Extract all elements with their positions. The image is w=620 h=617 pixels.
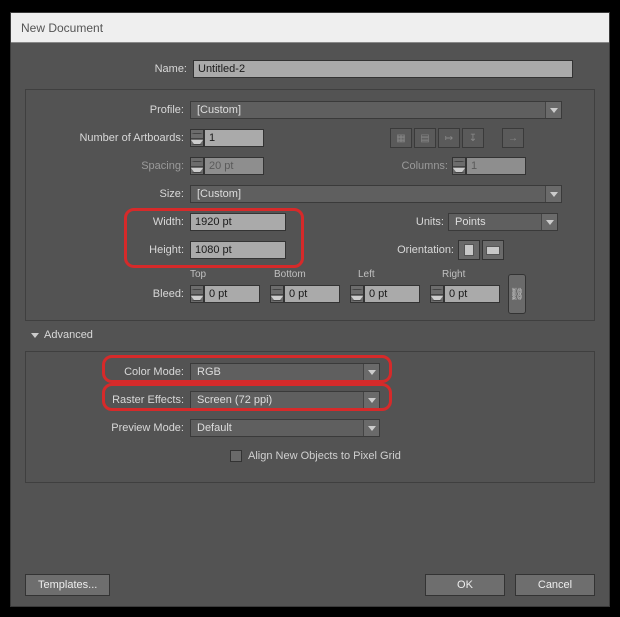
width-input[interactable]: 1920 pt (190, 213, 286, 231)
bleed-right-stepper[interactable]: 0 pt (430, 285, 500, 303)
orientation-landscape-button[interactable] (482, 240, 504, 260)
templates-button[interactable]: Templates... (25, 574, 110, 596)
bleed-bottom-stepper[interactable]: 0 pt (270, 285, 340, 303)
width-label: Width: (34, 216, 190, 228)
stepper-buttons[interactable] (270, 285, 284, 303)
stepper-buttons[interactable] (190, 129, 204, 147)
arrange-col-icon[interactable]: ↧ (462, 128, 484, 148)
link-bleed-icon[interactable]: ⛓ (508, 274, 526, 314)
chevron-down-icon (363, 420, 379, 436)
chevron-down-icon (541, 214, 557, 230)
bleed-left-input[interactable]: 0 pt (364, 285, 420, 303)
stepper-buttons (452, 157, 466, 175)
orientation-label: Orientation: (397, 244, 458, 256)
dialog-title: New Document (11, 13, 609, 43)
raster-effects-label: Raster Effects: (34, 394, 190, 406)
advanced-section-toggle[interactable]: Advanced (31, 329, 595, 341)
arrange-row-icon[interactable]: ↦ (438, 128, 460, 148)
dialog-title-text: New Document (21, 21, 103, 35)
profile-dropdown[interactable]: [Custom] (190, 101, 562, 119)
preview-mode-value: Default (197, 422, 232, 434)
size-dropdown[interactable]: [Custom] (190, 185, 562, 203)
spacing-input: 20 pt (204, 157, 264, 175)
bleed-bottom-label: Bottom (274, 269, 358, 280)
disclosure-triangle-icon (31, 333, 39, 338)
stepper-buttons[interactable] (430, 285, 444, 303)
artboards-label: Number of Artboards: (34, 132, 190, 144)
grid-by-row-icon[interactable]: ▦ (390, 128, 412, 148)
spacing-label: Spacing: (34, 160, 190, 172)
artboards-stepper[interactable]: 1 (190, 129, 264, 147)
height-label: Height: (34, 244, 190, 256)
profile-value: [Custom] (197, 104, 241, 116)
profile-label: Profile: (34, 104, 190, 116)
orientation-portrait-button[interactable] (458, 240, 480, 260)
units-value: Points (455, 216, 486, 228)
artboards-input[interactable]: 1 (204, 129, 264, 147)
columns-input: 1 (466, 157, 526, 175)
chevron-down-icon (363, 392, 379, 408)
color-mode-dropdown[interactable]: RGB (190, 363, 380, 381)
columns-label: Columns: (402, 160, 452, 172)
chevron-down-icon (545, 102, 561, 118)
bleed-label: Bleed: (34, 288, 190, 300)
preview-mode-dropdown[interactable]: Default (190, 419, 380, 437)
stepper-buttons[interactable] (190, 285, 204, 303)
columns-stepper: 1 (452, 157, 526, 175)
raster-effects-dropdown[interactable]: Screen (72 ppi) (190, 391, 380, 409)
name-input[interactable]: Untitled-2 (193, 60, 573, 78)
bleed-top-input[interactable]: 0 pt (204, 285, 260, 303)
raster-effects-value: Screen (72 ppi) (197, 394, 272, 406)
bleed-left-stepper[interactable]: 0 pt (350, 285, 420, 303)
spacing-stepper: 20 pt (190, 157, 264, 175)
ok-button[interactable]: OK (425, 574, 505, 596)
bleed-top-label: Top (190, 269, 274, 280)
chevron-down-icon (363, 364, 379, 380)
stepper-buttons[interactable] (350, 285, 364, 303)
color-mode-label: Color Mode: (34, 366, 190, 378)
name-label: Name: (25, 63, 193, 75)
advanced-label: Advanced (44, 329, 93, 341)
units-label: Units: (416, 216, 448, 228)
bleed-bottom-input[interactable]: 0 pt (284, 285, 340, 303)
chevron-down-icon (545, 186, 561, 202)
size-value: [Custom] (197, 188, 241, 200)
arrange-rtl-icon[interactable]: → (502, 128, 524, 148)
units-dropdown[interactable]: Points (448, 213, 558, 231)
align-pixel-grid-label: Align New Objects to Pixel Grid (248, 450, 401, 462)
grid-by-col-icon[interactable]: ▤ (414, 128, 436, 148)
bleed-left-label: Left (358, 269, 442, 280)
bleed-top-stepper[interactable]: 0 pt (190, 285, 260, 303)
height-input[interactable]: 1080 pt (190, 241, 286, 259)
align-pixel-grid-checkbox[interactable] (230, 450, 242, 462)
cancel-button[interactable]: Cancel (515, 574, 595, 596)
color-mode-value: RGB (197, 366, 221, 378)
preview-mode-label: Preview Mode: (34, 422, 190, 434)
bleed-right-input[interactable]: 0 pt (444, 285, 500, 303)
new-document-dialog: New Document Name: Untitled-2 Profile: [… (10, 12, 610, 607)
stepper-buttons (190, 157, 204, 175)
size-label: Size: (34, 188, 190, 200)
